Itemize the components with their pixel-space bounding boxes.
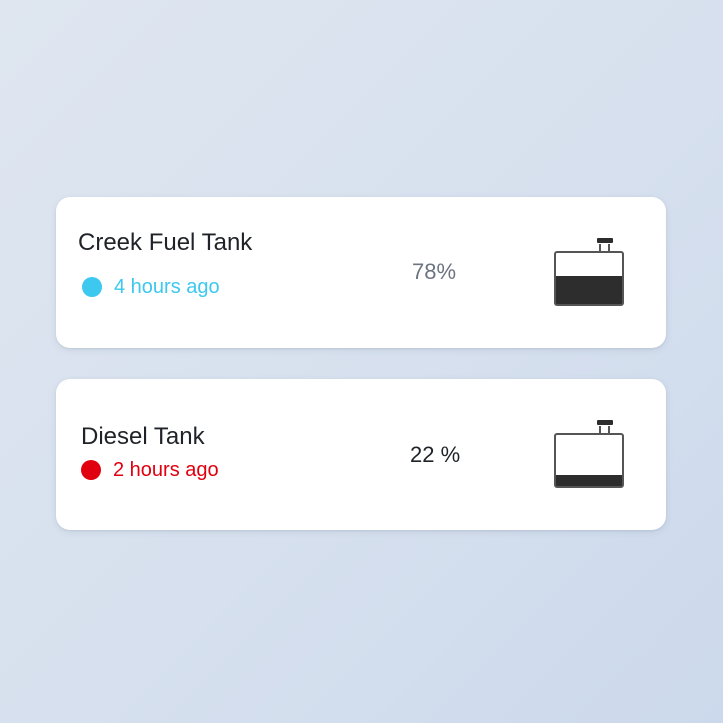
tank-fill-level — [555, 475, 623, 487]
tank-name: Diesel Tank — [81, 423, 205, 450]
tank-level-unit: % — [436, 259, 457, 284]
last-update-text: 2 hours ago — [113, 459, 219, 481]
status-dot-icon — [81, 460, 101, 480]
tank-level: 78% — [412, 259, 456, 285]
tank-fill-level — [555, 276, 623, 305]
fuel-tank-icon — [553, 419, 625, 491]
status-dot-icon — [82, 277, 102, 297]
tank-level: 22 % — [410, 442, 460, 468]
last-update-status: 2 hours ago — [81, 458, 219, 482]
last-update-text: 4 hours ago — [114, 276, 220, 298]
tank-card-diesel[interactable]: Diesel Tank 2 hours ago 22 % — [56, 379, 666, 530]
tank-level-value: 78 — [412, 259, 437, 284]
tank-level-value: 22 — [410, 442, 435, 467]
tank-level-unit: % — [440, 442, 461, 467]
tank-card-creek-fuel[interactable]: Creek Fuel Tank 4 hours ago 78% — [56, 197, 666, 348]
tank-name: Creek Fuel Tank — [78, 229, 253, 256]
last-update-status: 4 hours ago — [82, 275, 220, 299]
fuel-tank-icon — [553, 237, 625, 309]
